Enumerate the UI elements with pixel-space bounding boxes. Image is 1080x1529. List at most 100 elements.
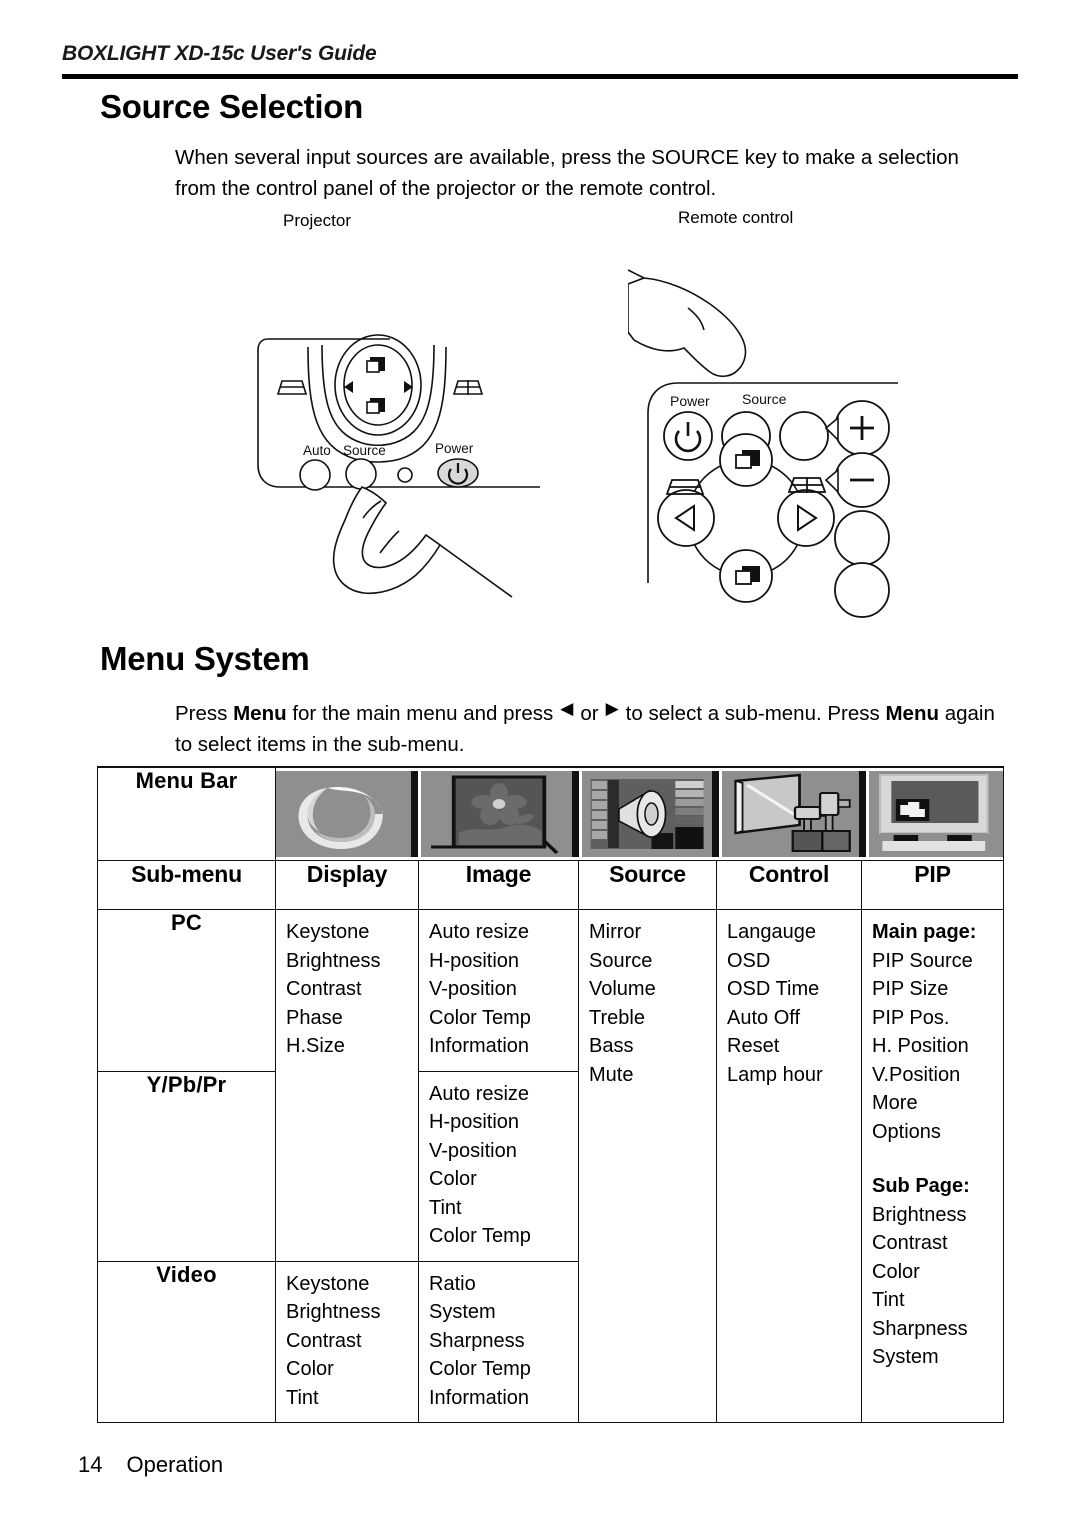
menu-item: Brightness [286, 949, 381, 972]
remote-control-illustration: Power Source [627, 228, 1018, 618]
row-label-ypbpr: Y/Pb/Pr [146, 1071, 227, 1097]
table-row-menu-bar: Menu Bar [97, 766, 1005, 861]
row-label-cell-ypbpr: Y/Pb/Pr [97, 1070, 276, 1262]
column-header-control: Control [716, 860, 862, 910]
cell-image-pc: Auto resize H-position V-position Color Tem… [418, 909, 579, 1072]
heading-menu-system: Menu System [100, 640, 310, 677]
nav-menu-icon [366, 357, 385, 373]
table-row-sub-menu-header: Sub-menu Display Image Source Control PI… [97, 860, 1005, 910]
keystone-minus-icon [276, 380, 308, 395]
projector-source-label: Source [343, 443, 386, 458]
cell-pip: Main page: PIP Source PIP Size PIP Pos. H. P… [860, 909, 1005, 1423]
page-footer: 14 Operation [78, 1452, 223, 1478]
row-label-cell-video: Video [97, 1260, 276, 1423]
menu-item: Phase [286, 1006, 343, 1029]
item-list-display-video: Keystone Brightness Contrast Color Tint [276, 1262, 418, 1423]
column-header-image-label: Image [465, 861, 532, 887]
projector-auto-label: Auto [303, 443, 331, 458]
heading-source-selection: Source Selection [100, 88, 363, 125]
column-header-source: Source [578, 860, 717, 910]
item-list-control: Langauge OSD OSD Time Auto Off Reset Lamp hou… [717, 910, 861, 1099]
running-header: BOXLIGHT XD-15c User's Guide [62, 42, 377, 65]
item-list-source: Mirror Source Volume Treble Bass Mute [579, 910, 716, 1099]
display-swirl-icon [276, 771, 418, 857]
menu-item: V-position [429, 1139, 517, 1162]
menu-system-paragraph: Press Menu for the main menu and press ◀ o… [175, 698, 1005, 760]
menu-item: OSD [727, 949, 771, 972]
menu-item: Options [872, 1120, 941, 1143]
menu-item: Mirror [589, 921, 642, 943]
menu-bar-label: Menu Bar [135, 768, 238, 793]
menu-item: Reset [727, 1035, 780, 1057]
column-header-image: Image [418, 860, 579, 910]
menu-para-text-4: to select a sub-menu. Press [625, 702, 886, 725]
menu-structure-table: Menu Bar Sub-menu Display Image Source C… [97, 766, 1005, 1423]
menu-item: Sharpness [872, 1317, 968, 1340]
footer-page-number: 14 [78, 1452, 103, 1477]
menu-item: Auto resize [429, 1082, 530, 1105]
menu-item: Color Temp [429, 1006, 531, 1029]
cell-display-video: Keystone Brightness Contrast Color Tint [275, 1260, 419, 1423]
menu-item: Ratio [429, 1272, 476, 1295]
menu-item: PIP Pos. [872, 1006, 950, 1029]
column-header-control-label: Control [748, 861, 830, 887]
source-selection-paragraph: When several input sources are available… [175, 146, 959, 200]
menu-item: More [872, 1092, 918, 1114]
menu-item: Color Temp [429, 1358, 531, 1380]
menu-item: Brightness [286, 1301, 381, 1323]
menu-item: OSD Time [727, 978, 820, 1000]
menu-item-spacer [872, 1146, 1003, 1172]
menu-item: Auto Off [727, 1006, 801, 1029]
row-label-cell-pc: PC [97, 909, 276, 1072]
menu-item: Volume [589, 978, 656, 1000]
row-label-video: Video [156, 1261, 217, 1287]
cell-image-video: Ratio System Sharpness Color Temp Informatio… [418, 1260, 579, 1423]
projector-illustration: Auto Source Power [250, 235, 580, 615]
menu-item: Brightness [872, 1203, 967, 1226]
menu-item: Treble [589, 1006, 645, 1029]
menu-item: H-position [429, 949, 520, 972]
menu-item: PIP Size [872, 978, 949, 1000]
menu-item: Tint [286, 1386, 319, 1409]
remote-left-button [657, 489, 715, 547]
left-arrow-icon: ◀ [560, 699, 574, 718]
cell-source: Mirror Source Volume Treble Bass Mute [578, 909, 717, 1423]
column-header-pip: PIP [860, 860, 1005, 910]
menu-item: Lamp hour [727, 1063, 823, 1086]
right-arrow-icon: ▶ [605, 699, 619, 718]
item-list-image-video: Ratio System Sharpness Color Temp Informatio… [419, 1262, 578, 1423]
remote-spare-button-2 [834, 562, 890, 618]
menu-item: Contrast [286, 1329, 362, 1352]
image-picture-icon [420, 771, 579, 857]
cell-display-pc: Keystone Brightness Contrast Phase H.Size [275, 909, 419, 1262]
menu-item: Color [429, 1168, 477, 1190]
menu-item: Tint [429, 1196, 462, 1219]
column-header-display: Display [275, 860, 419, 910]
menu-item: Bass [589, 1035, 634, 1057]
menu-item: Keystone [286, 1272, 370, 1295]
menu-item: Mute [589, 1063, 634, 1086]
menu-item: H.Size [286, 1035, 345, 1057]
sub-menu-label-cell: Sub-menu [97, 860, 276, 910]
keystone-plus-icon [452, 380, 484, 395]
projector-auto-button [299, 459, 331, 491]
item-list-pip: Main page: PIP Source PIP Size PIP Pos. H. P… [862, 910, 1003, 1382]
footer-section-name: Operation [126, 1452, 224, 1477]
column-header-source-label: Source [609, 861, 686, 887]
caption-projector: Projector [283, 211, 352, 230]
control-projector-icon [722, 771, 867, 857]
projector-source-button [345, 458, 377, 490]
nav-left-arrow-icon [344, 381, 353, 393]
menu-item: Contrast [872, 1232, 948, 1254]
source-speaker-icon [581, 771, 720, 857]
menu-item: Information [429, 1035, 530, 1057]
menu-item: PIP Source [872, 949, 973, 972]
remote-source-label: Source [742, 391, 787, 407]
menu-para-bold-2: Menu [885, 702, 939, 725]
item-list-image-pc: Auto resize H-position V-position Color Tem… [419, 910, 578, 1071]
sub-menu-label: Sub-menu [131, 861, 242, 887]
menu-item: Sharpness [429, 1329, 525, 1352]
menu-para-bold-1: Menu [233, 702, 287, 725]
menu-para-text-2: for the main menu and press [286, 702, 554, 725]
menu-item: Auto resize [429, 921, 530, 943]
